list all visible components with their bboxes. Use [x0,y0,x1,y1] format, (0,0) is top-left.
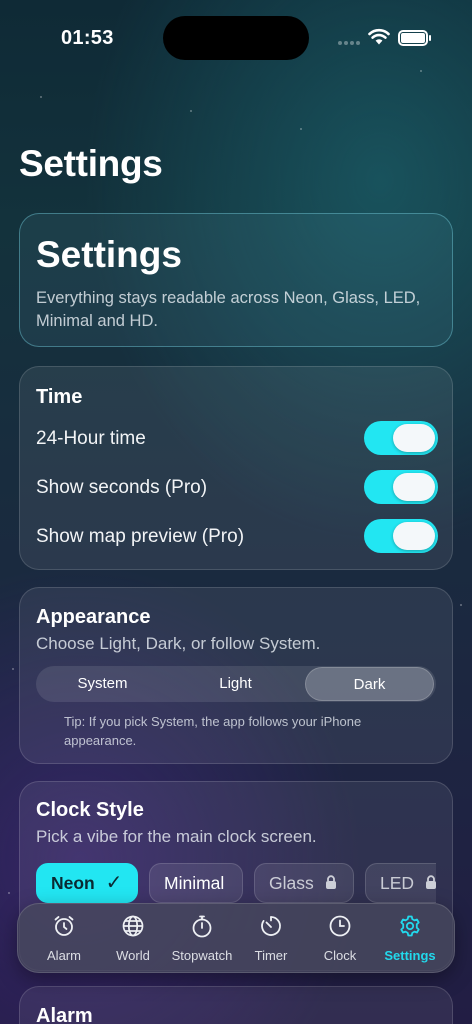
alarm-settings-card: Alarm [19,986,453,1024]
clock-style-led[interactable]: LED [365,863,436,903]
tab-label: Settings [384,948,436,963]
hero-subtitle: Everything stays readable across Neon, G… [36,289,421,330]
chip-label: LED [380,873,415,893]
toggle-knob [393,424,435,452]
stopwatch-icon [192,915,212,938]
appearance-tip: Tip: If you pick System, the app follows… [64,714,362,748]
globe-icon [122,915,144,937]
show-map-preview-label: Show map preview (Pro) [36,526,245,547]
clock-style-subtitle: Pick a vibe for the main clock screen. [36,827,317,846]
show-map-preview-toggle[interactable] [364,519,438,553]
hero-title: Settings [36,234,182,275]
status-bar: 01:53 [0,0,472,80]
tab-alarm[interactable]: Alarm [26,904,102,974]
tab-bar: Alarm World Stopwatch Timer Clock Settin… [17,903,455,973]
dynamic-island [163,16,309,60]
tab-label: Clock [323,948,357,963]
tab-settings[interactable]: Settings [374,904,446,974]
appearance-option-system[interactable]: System [36,666,169,702]
cellular-signal-icon [338,41,362,47]
lock-icon [325,875,336,890]
show-seconds-toggle[interactable] [364,470,438,504]
24-hour-time-label: 24-Hour time [36,428,146,449]
show-seconds-label: Show seconds (Pro) [36,477,208,498]
gear-icon [400,915,420,937]
appearance-title: Appearance [36,606,151,628]
alarm-clock-icon [54,916,74,936]
chip-label: Glass [269,873,314,893]
lock-icon [425,875,436,890]
toggle-knob [393,473,435,501]
tab-clock[interactable]: Clock [306,904,374,974]
toggle-knob [393,522,435,550]
time-section-title: Time [36,386,83,408]
tab-timer[interactable]: Timer [238,904,304,974]
tab-label: World [116,948,150,963]
page-title: Settings [19,143,163,184]
tab-world[interactable]: World [98,904,168,974]
appearance-option-dark[interactable]: Dark [305,667,434,701]
clock-style-minimal[interactable]: Minimal [149,863,243,903]
time-settings-card: Time 24-Hour time Show seconds (Pro) Sho… [19,366,453,570]
clock-style-neon[interactable]: Neon ✓ [36,863,138,903]
24-hour-time-toggle[interactable] [364,421,438,455]
chip-label: Neon [51,873,95,893]
appearance-card: Appearance Choose Light, Dark, or follow… [19,587,453,764]
tab-label: Alarm [47,948,81,963]
appearance-subtitle: Choose Light, Dark, or follow System. [36,634,321,653]
appearance-option-light[interactable]: Light [169,666,302,702]
checkmark-icon: ✓ [105,872,123,894]
tab-stopwatch[interactable]: Stopwatch [164,904,240,974]
battery-icon [398,30,431,46]
tab-label: Timer [254,948,288,963]
status-time: 01:53 [61,27,114,49]
clock-style-title: Clock Style [36,799,144,821]
clock-style-glass[interactable]: Glass [254,863,354,903]
timer-icon [261,916,281,936]
chip-label: Minimal [164,873,225,893]
appearance-segmented-control: System Light Dark [36,666,436,702]
tab-label: Stopwatch [171,948,233,963]
clock-style-options: Neon ✓ Minimal Glass LED [36,863,436,905]
wifi-icon [368,28,390,45]
settings-hero-card: Settings Everything stays readable acros… [19,213,453,347]
clock-icon [329,915,351,937]
alarm-section-title: Alarm [36,1005,93,1024]
